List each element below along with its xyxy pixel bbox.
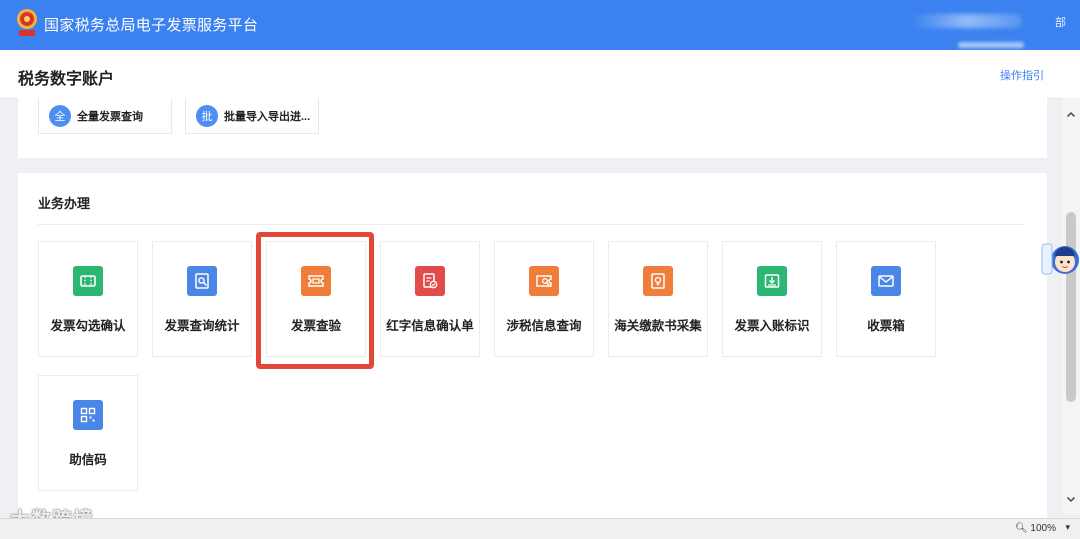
browser-status-bar: 🔍︎ 100% ▾ [0,518,1080,539]
section-divider [38,224,1024,225]
quick-link-badge: 全 [49,104,71,127]
page-title: 税务数字账户 [18,71,115,88]
tax-emblem-icon [17,9,37,36]
tile-credit-code[interactable]: 助信码 [38,375,138,491]
tile-invoice-query-stats[interactable]: 发票查询统计 [152,241,252,357]
tile-red-invoice-confirm[interactable]: 红字信息确认单 [380,241,480,357]
quick-link-badge: 批 [196,104,218,127]
quick-link-label: 批量导入导出进... [224,110,311,123]
customs-icon [643,266,673,296]
tile-customs-payment-collection[interactable]: 海关缴款书采集 [608,241,708,357]
tile-label: 发票入账标识 [734,319,810,333]
quick-link-label: 全量发票查询 [77,110,143,123]
zoom-value: 100% [1030,523,1056,534]
scroll-down-icon[interactable] [1064,492,1078,506]
guide-link[interactable]: 操作指引 [1000,67,1044,83]
quick-link-full-invoice-query[interactable]: 全 全量发票查询 [38,98,172,134]
zoom-level[interactable]: 🔍︎ 100% [1015,523,1056,534]
user-menu[interactable]: 部 [1055,14,1066,30]
user-subtitle-blurred [958,42,1024,48]
inbox-download-icon [757,266,787,296]
quick-link-batch-import-export[interactable]: 批 批量导入导出进... [185,98,319,134]
tile-label: 收票箱 [867,319,905,333]
quick-links-card [18,98,1047,158]
zoom-dropdown-icon[interactable]: ▾ [1065,522,1070,533]
tile-label: 红字信息确认单 [386,319,474,333]
tile-label: 海关缴款书采集 [614,319,702,333]
zoom-icon: 🔍︎ [1014,523,1028,534]
tile-label: 发票勾选确认 [50,319,126,333]
tile-label: 发票查询统计 [164,319,240,333]
red-invoice-icon [415,266,445,296]
section-title: 业务办理 [38,196,91,211]
mail-icon [871,266,901,296]
search-document-icon [187,266,217,296]
tax-search-icon [529,266,559,296]
tile-invoice-entry-mark[interactable]: 发票入账标识 [722,241,822,357]
tile-label: 助信码 [69,453,107,467]
assistant-avatar-icon[interactable] [1040,240,1080,280]
tile-invoice-inbox[interactable]: 收票箱 [836,241,936,357]
ticket-verify-icon [301,266,331,296]
tile-label: 发票查验 [290,319,341,333]
tile-tax-info-query[interactable]: 涉税信息查询 [494,241,594,357]
tile-label: 涉税信息查询 [506,319,582,333]
app-title: 国家税务总局电子发票服务平台 [44,17,259,34]
tile-invoice-selection-confirm[interactable]: 发票勾选确认 [38,241,138,357]
user-name-blurred [912,14,1022,28]
page-header: 税务数字账户 操作指引 [0,50,1080,99]
tile-invoice-verification[interactable]: 发票查验 [266,241,366,357]
top-header: 国家税务总局电子发票服务平台 部 [0,0,1080,50]
qr-code-icon [73,400,103,430]
ticket-check-icon [73,266,103,296]
scroll-up-icon[interactable] [1064,108,1078,122]
